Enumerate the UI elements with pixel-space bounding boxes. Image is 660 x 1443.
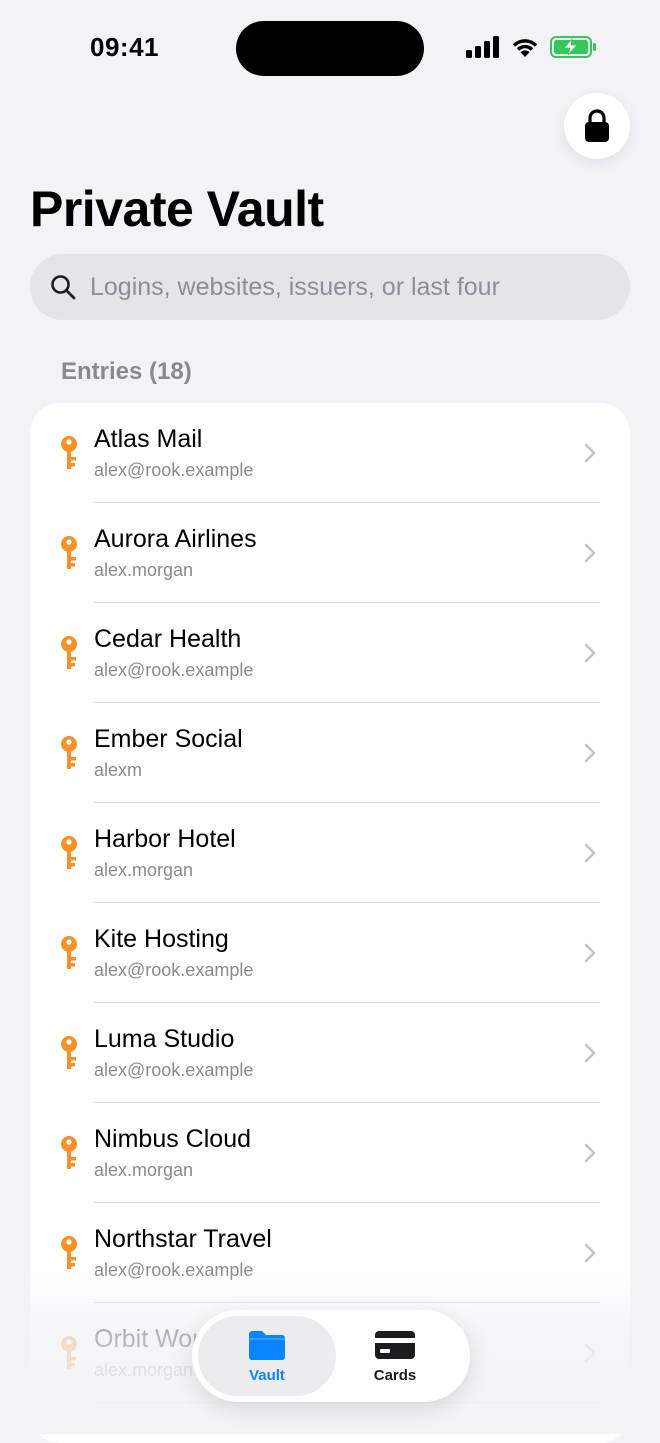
entries-list: Atlas Mail alex@rook.example Aurora Airl… (30, 403, 630, 1443)
chevron-right-icon (584, 1343, 596, 1363)
entry-username: alex@rook.example (94, 1060, 254, 1080)
key-icon (61, 1336, 77, 1369)
lock-icon (585, 109, 609, 142)
list-item[interactable]: Cedar Health alex@rook.example (30, 603, 630, 703)
tab-cards-label: Cards (373, 1366, 417, 1384)
key-icon (61, 1136, 77, 1169)
entry-username: alex@rook.example (94, 960, 254, 980)
key-icon (61, 636, 77, 669)
status-icons (466, 36, 598, 58)
chevron-right-icon (584, 1043, 596, 1063)
entries-section-header: Entries (18) (61, 358, 192, 385)
chevron-right-icon (584, 643, 596, 663)
entry-title: Harbor Hotel (94, 825, 236, 853)
list-item[interactable]: Nimbus Cloud alex.morgan (30, 1103, 630, 1203)
entry-title: Kite Hosting (94, 925, 229, 953)
key-icon (61, 436, 77, 469)
battery-charging-icon (550, 36, 596, 58)
entry-username: alex.morgan (94, 860, 194, 880)
page-title: Private Vault (30, 181, 324, 237)
folder-icon (249, 1330, 285, 1360)
entry-title: Northstar Travel (94, 1225, 272, 1253)
tab-cards[interactable]: Cards (326, 1316, 464, 1396)
key-icon (61, 536, 77, 569)
entry-username: alex@rook.example (94, 1260, 254, 1280)
list-item[interactable]: Harbor Hotel alex.morgan (30, 803, 630, 903)
entry-username: alex.morgan (94, 1360, 194, 1380)
search-input[interactable] (88, 271, 592, 303)
entry-title: Luma Studio (94, 1025, 235, 1053)
chevron-right-icon (584, 843, 596, 863)
chevron-right-icon (584, 1243, 596, 1263)
entry-title: Nimbus Cloud (94, 1125, 252, 1153)
chevron-right-icon (584, 543, 596, 563)
list-item[interactable]: Luma Studio alex@rook.example (30, 1003, 630, 1103)
key-icon (61, 736, 77, 769)
entry-title: Ember Social (94, 725, 243, 753)
entry-title: Aurora Airlines (94, 525, 257, 553)
search-bar[interactable] (30, 254, 630, 320)
tab-vault[interactable]: Vault (198, 1316, 336, 1396)
entry-username: alex@rook.example (94, 460, 254, 480)
chevron-right-icon (584, 443, 596, 463)
search-icon (50, 274, 76, 300)
key-icon (61, 936, 77, 969)
entry-username: alexm (94, 760, 143, 780)
list-item[interactable]: Ember Social alexm (30, 703, 630, 803)
tab-bar: Vault Cards (192, 1310, 470, 1402)
entry-username: alex.morgan (94, 560, 194, 580)
entry-username: alex.morgan (94, 1160, 194, 1180)
wifi-icon (512, 39, 538, 57)
chevron-right-icon (584, 943, 596, 963)
chevron-right-icon (584, 743, 596, 763)
entry-title: Cedar Health (94, 625, 242, 653)
key-icon (61, 1036, 77, 1069)
chevron-right-icon (584, 1143, 596, 1163)
key-icon (61, 836, 77, 869)
list-item[interactable]: Aurora Airlines alex.morgan (30, 503, 630, 603)
tab-vault-label: Vault (249, 1366, 285, 1384)
list-item[interactable]: Northstar Travel alex@rook.example (30, 1203, 630, 1303)
dynamic-island (236, 21, 424, 76)
entry-title: Atlas Mail (94, 425, 203, 453)
entry-username: alex@rook.example (94, 660, 254, 680)
lock-vault-button[interactable] (564, 93, 630, 159)
key-icon (61, 1236, 77, 1269)
list-item[interactable]: Kite Hosting alex@rook.example (30, 903, 630, 1003)
credit-card-icon (375, 1330, 415, 1359)
row-divider (94, 1402, 600, 1403)
cellular-signal-icon (466, 36, 499, 58)
status-time: 09:41 (90, 32, 159, 62)
list-item[interactable]: Atlas Mail alex@rook.example (30, 403, 630, 503)
